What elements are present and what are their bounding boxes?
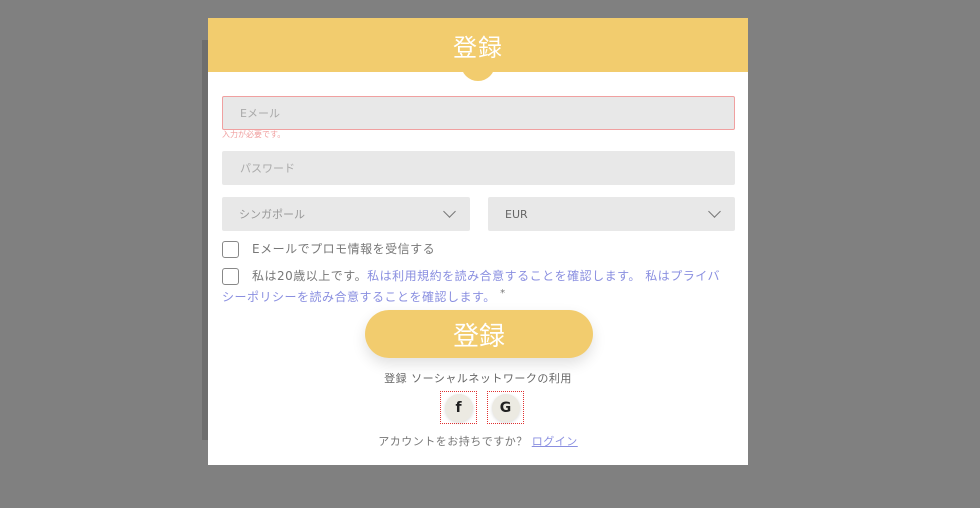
login-row: アカウントをお持ちですか？ ログイン [208, 433, 748, 449]
chevron-down-icon [708, 205, 721, 218]
email-error-text: 入力が必要です。 [222, 130, 286, 139]
password-input[interactable] [222, 151, 735, 185]
modal-header: 登録 [208, 18, 748, 81]
currency-select[interactable]: EUR [488, 197, 735, 231]
currency-select-value: EUR [505, 207, 528, 221]
terms-age-text: 私は20歳以上です。 [252, 269, 368, 283]
promo-label: Eメールでプロモ情報を受信する [252, 242, 436, 256]
social-caption: 登録 ソーシャルネットワークの利用 [384, 372, 572, 385]
facebook-login-button[interactable]: f [440, 391, 477, 424]
email-input[interactable] [222, 96, 735, 130]
promo-checkbox[interactable] [222, 241, 239, 258]
login-prompt: アカウントをお持ちですか？ [378, 435, 528, 448]
google-icon: G [491, 393, 520, 422]
register-modal: 登録 入力が必要です。 シンガポール EUR Eメールでプロモ情報を受信する 私… [208, 18, 748, 465]
terms-of-use-link[interactable]: 私は利用規約を読み合意することを確認します。 [367, 269, 641, 283]
promo-row: Eメールでプロモ情報を受信する [222, 240, 435, 258]
country-select-value: シンガポール [239, 208, 305, 221]
terms-text: 私は20歳以上です。私は利用規約を読み合意することを確認します。 私はプライバシ… [222, 267, 727, 306]
google-login-button[interactable]: G [487, 391, 524, 424]
register-submit-button[interactable]: 登録 [365, 310, 593, 358]
header-notch [461, 63, 495, 81]
facebook-icon: f [444, 393, 473, 422]
country-select[interactable]: シンガポール [222, 197, 470, 231]
login-link[interactable]: ログイン [532, 435, 578, 448]
chevron-down-icon [443, 205, 456, 218]
required-mark: * [500, 288, 506, 299]
modal-title: 登録 [453, 33, 503, 62]
